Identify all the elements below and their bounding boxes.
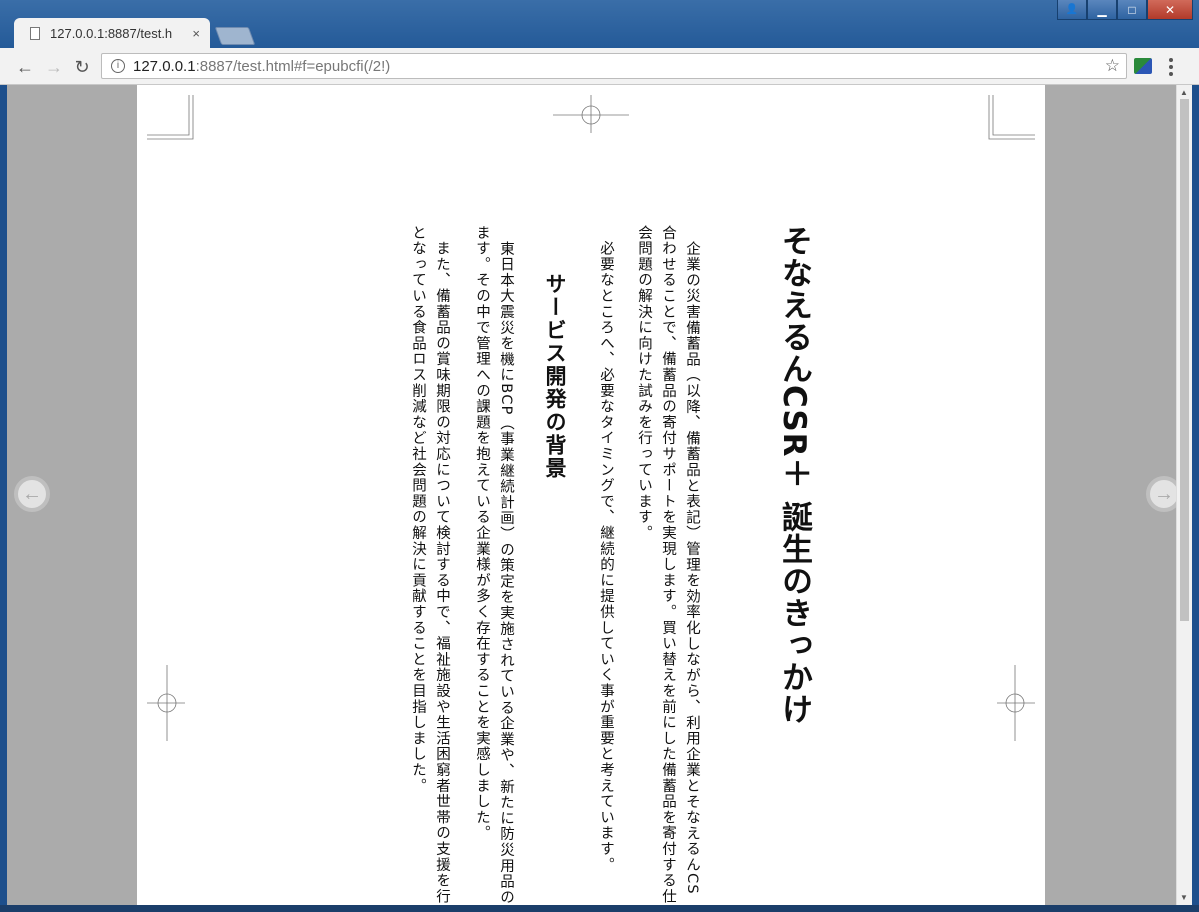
tab-close-icon[interactable]: × [192,26,200,41]
corner-mark-top-right [988,95,1035,140]
browser-tab[interactable]: 127.0.0.1:8887/test.h × [14,18,210,48]
reload-button[interactable]: ↻ [71,56,93,78]
paragraph-line-1: 企業の災害備蓄品（以降、備蓄品と表記）管理を効率化しながら、利用企業とそなえるん… [684,241,700,895]
close-window-button[interactable]: ✕ [1147,0,1193,20]
crosshair-mark-top [553,95,629,133]
scrollbar-thumb[interactable] [1180,99,1189,621]
scroll-up-arrow-icon[interactable]: ▲ [1180,88,1188,97]
paragraph-line-8: となっている食品ロス削減など社会問題の解決に貢献することを目指しました。 [410,225,426,794]
url-path: :8887/test.html#f=epubcfi(/2!) [195,57,391,75]
corner-mark-top-left [147,95,194,140]
reader-viewport: そなえるんCSR＋ 誕生のきっかけ 企業の災害備蓄品（以降、備蓄品と表記）管理を… [7,85,1192,905]
paragraph-line-6: ます。その中で管理への課題を抱えている企業様が多く存在することを実感しました。 [474,225,490,842]
window-titlebar: 👤 ▁ □ ✕ 127.0.0.1:8887/test.h × [0,0,1199,48]
browser-menu-icon[interactable] [1168,58,1174,76]
paragraph-line-7: また、備蓄品の賞味期限の対応について検討する中で、福祉施設や生活困窮者世帯の支援… [434,225,450,905]
address-bar[interactable]: i 127.0.0.1:8887/test.html#f=epubcfi(/2!… [101,53,1127,79]
maximize-button[interactable]: □ [1117,0,1147,20]
browser-toolbar: ← → ↻ i 127.0.0.1:8887/test.html#f=epubc… [0,48,1199,85]
paragraph-line-5: 東日本大震災を機にBCP（事業継続計画）の策定を実施されている企業や、新たに防災… [498,241,514,905]
paragraph-line-2: 合わせることで、備蓄品の寄付サポートを実現します。買い替えを前にした備蓄品を寄付… [660,225,676,905]
prev-page-button[interactable]: ← [14,476,50,512]
url-host: 127.0.0.1 [133,57,196,75]
section-heading: サービス開発の背景 [543,273,567,480]
tab-title: 127.0.0.1:8887/test.h [50,25,173,41]
taskbar [0,905,1199,912]
minimize-button[interactable]: ▁ [1087,0,1117,20]
extension-icon[interactable] [1134,58,1152,74]
paragraph-line-4: 必要なところへ、必要なタイミングで、継続的に提供していく事が重要と考えています。 [598,225,614,873]
crosshair-mark-right [997,665,1035,741]
scroll-down-arrow-icon[interactable]: ▼ [1180,893,1188,902]
document-icon [30,26,40,40]
bookmark-star-icon[interactable]: ☆ [1105,56,1120,76]
chapter-title: そなえるんCSR＋ 誕生のきっかけ [776,225,812,726]
info-icon[interactable]: i [111,59,125,73]
crosshair-mark-left [147,665,185,741]
forward-button[interactable]: → [43,56,65,78]
paragraph-line-3: 会問題の解決に向けた試みを行っています。 [636,225,652,541]
epub-page: そなえるんCSR＋ 誕生のきっかけ 企業の災害備蓄品（以降、備蓄品と表記）管理を… [137,85,1045,905]
user-icon[interactable]: 👤 [1057,0,1087,20]
vertical-scrollbar[interactable]: ▲ ▼ [1176,85,1192,905]
window-controls: 👤 ▁ □ ✕ [1057,0,1193,20]
back-button[interactable]: ← [14,56,36,78]
new-tab-button[interactable] [214,27,256,45]
